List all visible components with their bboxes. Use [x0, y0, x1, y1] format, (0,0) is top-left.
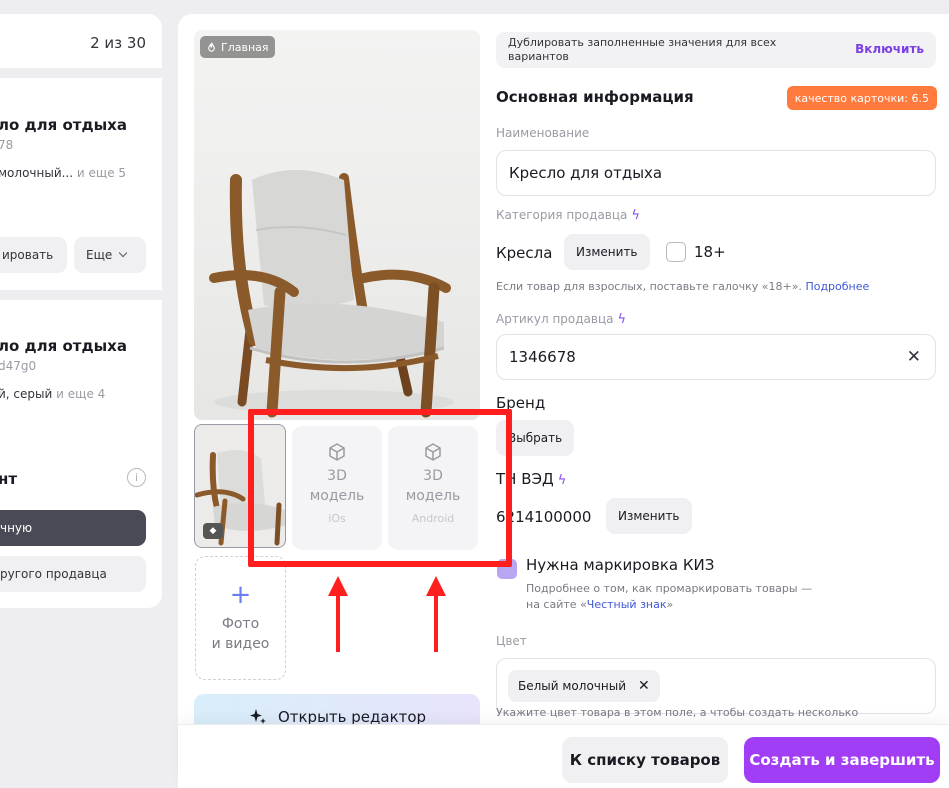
- annotation-highlight-box: [248, 409, 512, 567]
- color-hint: Укажите цвет товара в этом поле, а чтобы…: [496, 706, 859, 719]
- armchair-image: [209, 170, 454, 418]
- annotation-arrow-icon: [328, 576, 348, 652]
- color-chip[interactable]: Белый молочный ✕: [508, 670, 660, 702]
- back-to-list-label: К списку товаров: [569, 751, 721, 769]
- annotation-arrow-icon: [426, 576, 446, 652]
- card-meta: й, серый и еще 4: [0, 387, 105, 401]
- category-value: Кресла: [496, 244, 553, 262]
- sku-label: Артикул продавца ϟ: [496, 312, 626, 327]
- main-badge-label: Главная: [221, 40, 269, 54]
- divider: [0, 290, 162, 300]
- kiz-hint-link[interactable]: Честный знак: [587, 598, 667, 611]
- main-photo[interactable]: Главная: [194, 30, 480, 420]
- kiz-hint-line2: на сайте «Честный знак»: [526, 598, 673, 611]
- card-meta-more[interactable]: и еще 4: [56, 387, 105, 401]
- create-and-finish-label: Создать и завершить: [749, 751, 935, 769]
- plus-icon: +: [229, 580, 252, 610]
- card-sku: d47g0: [0, 359, 37, 373]
- chip-remove-icon[interactable]: ✕: [638, 678, 650, 694]
- name-input-value: Кресло для отдыха: [509, 164, 663, 182]
- card-sku: 78: [0, 138, 14, 152]
- card-meta-main: й, серый: [0, 387, 53, 401]
- adult-checkbox[interactable]: [666, 242, 686, 262]
- brand-select-label: Выбрать: [508, 431, 563, 445]
- kiz-hint-suffix: »: [666, 598, 674, 611]
- product-card-editor: Главная ◆ 3D модель iOs 3D модель Androi…: [178, 14, 949, 788]
- sku-input[interactable]: 1346678 ✕: [496, 334, 936, 380]
- tnved-change-button[interactable]: Изменить: [606, 498, 692, 534]
- adult-hint: Если товар для взрослых, поставьте галоч…: [496, 280, 869, 293]
- manual-button-label: чную: [0, 521, 33, 535]
- tag-icon: ◆: [203, 523, 223, 539]
- duplicate-banner: Дублировать заполненные значения для все…: [496, 32, 936, 68]
- clear-icon[interactable]: ✕: [907, 347, 921, 367]
- add-photo-label-line2: и видео: [211, 636, 270, 652]
- other-seller-button[interactable]: ругого продавца: [0, 556, 146, 592]
- card-title[interactable]: ло для отдыха: [0, 116, 127, 134]
- product-list-panel: 2 из 30 ло для отдыха 78 молочный... и е…: [0, 14, 162, 608]
- sku-label-text: Артикул продавца: [496, 312, 614, 326]
- create-and-finish-button[interactable]: Создать и завершить: [744, 737, 940, 783]
- variant-counter: 2 из 30: [90, 34, 146, 52]
- manual-button[interactable]: чную: [0, 510, 146, 546]
- back-to-list-button[interactable]: К списку товаров: [562, 737, 728, 783]
- name-input[interactable]: Кресло для отдыха: [496, 150, 936, 196]
- tnved-change-label: Изменить: [618, 509, 680, 523]
- flame-icon: [208, 42, 215, 52]
- add-photo-video-button[interactable]: + Фото и видео: [195, 556, 286, 680]
- info-icon[interactable]: i: [127, 468, 146, 487]
- card-meta-more[interactable]: и еще 5: [77, 166, 126, 180]
- edit-button-label: ировать: [2, 248, 54, 262]
- sku-input-value: 1346678: [509, 348, 576, 366]
- quality-badge[interactable]: качество карточки: 6.5: [786, 86, 937, 110]
- lightning-icon: ϟ: [617, 312, 627, 327]
- product-form: Дублировать заполненные значения для все…: [496, 14, 949, 788]
- name-label: Наименование: [496, 126, 590, 140]
- edit-button[interactable]: ировать: [0, 237, 67, 273]
- kiz-hint-prefix: на сайте «: [526, 598, 587, 611]
- adult-hint-text: Если товар для взрослых, поставьте галоч…: [496, 280, 802, 293]
- more-button[interactable]: Еще: [74, 237, 146, 273]
- add-photo-label: Фото и видео: [212, 614, 270, 654]
- section-title: Основная информация: [496, 88, 694, 106]
- lightning-icon: ϟ: [631, 208, 640, 223]
- more-button-label: Еще: [86, 248, 113, 262]
- other-seller-button-label: ругого продавца: [0, 567, 107, 581]
- category-label: Категория продавца ϟ: [496, 208, 640, 223]
- chevron-down-icon: [119, 248, 128, 258]
- category-change-button[interactable]: Изменить: [564, 234, 650, 270]
- add-photo-label-line1: Фото: [221, 616, 260, 632]
- kiz-label: Нужна маркировка КИЗ: [526, 556, 715, 574]
- adult-label: 18+: [694, 243, 726, 261]
- lightning-icon: ϟ: [557, 473, 567, 488]
- color-label: Цвет: [496, 634, 527, 648]
- card-title[interactable]: ло для отдыха: [0, 337, 127, 355]
- card-meta-main: молочный...: [0, 166, 74, 180]
- section-title: нт: [0, 470, 18, 488]
- adult-hint-link[interactable]: Подробнее: [805, 280, 869, 293]
- divider: [0, 68, 162, 78]
- color-chip-label: Белый молочный: [518, 679, 626, 693]
- duplicate-text: Дублировать заполненные значения для все…: [508, 36, 777, 63]
- duplicate-enable-link[interactable]: Включить: [855, 42, 924, 56]
- main-photo-badge: Главная: [200, 36, 275, 58]
- category-label-text: Категория продавца: [496, 208, 628, 222]
- card-meta: молочный... и еще 5: [0, 166, 126, 180]
- category-change-label: Изменить: [576, 245, 638, 259]
- kiz-hint-line1: Подробнее о том, как промаркировать това…: [526, 582, 813, 595]
- footer-bar: К списку товаров Создать и завершить: [178, 724, 949, 788]
